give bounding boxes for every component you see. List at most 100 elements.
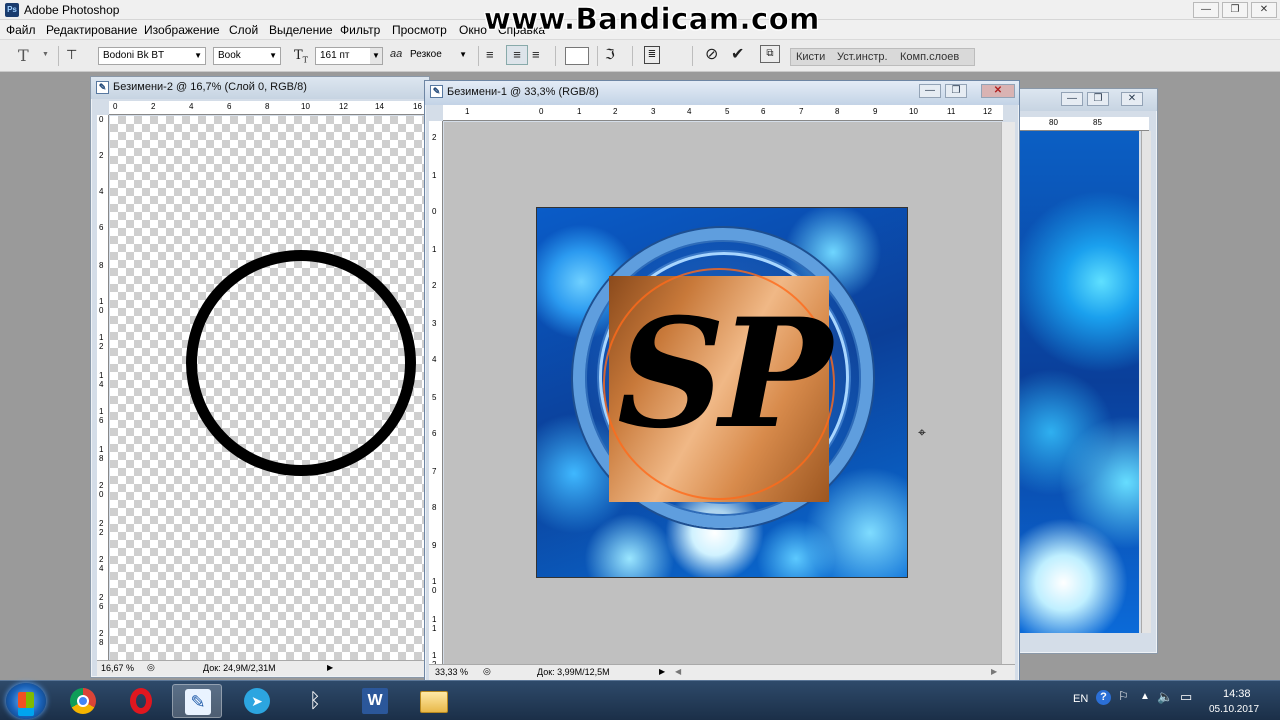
windows-logo-icon bbox=[18, 692, 34, 708]
taskbar-photoshop[interactable]: ✎ bbox=[172, 684, 222, 718]
taskbar-explorer[interactable] bbox=[408, 684, 458, 718]
doc1-title: Безимени-1 @ 33,3% (RGB/8) bbox=[447, 86, 599, 98]
doc1-maximize-button[interactable]: ❐ bbox=[945, 84, 967, 98]
document-window-2[interactable]: ✎ Безимени-2 @ 16,7% (Слой 0, RGB/8) 0 2… bbox=[90, 76, 431, 678]
taskbar-chrome[interactable] bbox=[58, 684, 108, 718]
ruler-label: 1 bbox=[432, 245, 437, 254]
clock-date[interactable]: 05.10.2017 bbox=[1209, 704, 1259, 715]
separator bbox=[597, 46, 598, 66]
doc1-canvas-image[interactable]: SP bbox=[536, 207, 908, 578]
doc1-close-button[interactable]: ✕ bbox=[981, 84, 1015, 98]
start-button[interactable] bbox=[6, 683, 46, 719]
doc2-canvas-transparent[interactable] bbox=[110, 116, 431, 661]
status-arrow-icon[interactable]: ▶ bbox=[327, 663, 333, 672]
network-icon[interactable]: ▭ bbox=[1180, 689, 1192, 705]
text-color-swatch[interactable] bbox=[565, 47, 589, 65]
menu-select[interactable]: Выделение bbox=[269, 23, 333, 37]
tool-preset-arrow-icon[interactable]: ▼ bbox=[42, 51, 49, 58]
font-size-select[interactable]: 161 пт ▼ bbox=[315, 47, 383, 65]
text-tool-icon[interactable]: T bbox=[18, 46, 29, 65]
document-window-1[interactable]: ✎ Безимени-1 @ 33,3% (RGB/8) — ❐ ✕ 1 0 1… bbox=[424, 80, 1020, 682]
options-bar: T ▼ ⊤ Bodoni Bk BT ▼ Book ▼ TT 161 пт ▼ aa … bbox=[0, 40, 1280, 72]
palette-tab-layer-comps[interactable]: Комп.слоев bbox=[900, 51, 959, 63]
ruler-label: 3 bbox=[432, 319, 437, 328]
app-close-button[interactable]: ✕ bbox=[1251, 2, 1277, 18]
menu-image[interactable]: Изображение bbox=[144, 23, 220, 37]
palette-tab-tool-presets[interactable]: Уст.инстр. bbox=[837, 51, 888, 63]
ruler-label: 9 bbox=[432, 541, 437, 550]
font-family-value: Bodoni Bk BT bbox=[103, 50, 165, 61]
menu-edit[interactable]: Редактирование bbox=[46, 23, 137, 37]
align-right-icon[interactable]: ≡ bbox=[532, 47, 540, 62]
chevron-down-icon: ▼ bbox=[194, 51, 202, 60]
bridge-icon[interactable]: ⧉ bbox=[760, 45, 780, 63]
app-minimize-button[interactable]: — bbox=[1193, 2, 1219, 18]
volume-icon[interactable]: 🔈 bbox=[1157, 689, 1173, 705]
font-style-value: Book bbox=[218, 50, 241, 61]
taskbar-bluetooth[interactable]: ᛒ bbox=[290, 684, 340, 718]
status-arrow-icon[interactable]: ▶ bbox=[659, 667, 665, 676]
document-window-3[interactable]: — ❐ ✕ 80 85 bbox=[1006, 88, 1158, 654]
menu-window[interactable]: Окно bbox=[459, 23, 487, 37]
taskbar-opera[interactable] bbox=[116, 684, 166, 718]
doc1-titlebar[interactable]: ✎ Безимени-1 @ 33,3% (RGB/8) — ❐ ✕ bbox=[425, 81, 1019, 105]
font-family-select[interactable]: Bodoni Bk BT ▼ bbox=[98, 47, 206, 65]
menu-layer[interactable]: Слой bbox=[229, 23, 258, 37]
horizontal-scroll-right-icon[interactable]: ▶ bbox=[991, 667, 997, 676]
ruler-label: 2 bbox=[613, 107, 618, 116]
character-palette-icon[interactable]: ≣ bbox=[644, 46, 660, 64]
menu-view[interactable]: Просмотр bbox=[392, 23, 447, 37]
ruler-label: 6 bbox=[227, 102, 232, 111]
flag-icon[interactable]: ⚐ bbox=[1118, 689, 1129, 703]
ruler-label: 8 bbox=[835, 107, 840, 116]
separator bbox=[632, 46, 633, 66]
antialias-select[interactable]: Резкое ▼ bbox=[406, 47, 470, 65]
text-orientation-icon[interactable]: ⊤ bbox=[66, 47, 77, 63]
doc2-left-ruler: 0 2 4 6 8 1 0 1 2 1 4 1 6 1 8 2 0 2 2 2 … bbox=[97, 115, 109, 661]
doc1-pasteboard[interactable]: SP ⌖ bbox=[444, 122, 1001, 665]
photoshop-app-icon: Ps bbox=[5, 3, 19, 17]
font-style-select[interactable]: Book ▼ bbox=[213, 47, 281, 65]
status-menu-icon[interactable]: ◎ bbox=[147, 662, 155, 673]
cancel-icon[interactable]: ⊘ bbox=[705, 44, 718, 64]
help-icon[interactable]: ? bbox=[1096, 690, 1111, 705]
horizontal-scroll-left-icon[interactable]: ◀ bbox=[675, 667, 681, 676]
warp-text-icon[interactable]: ℑ bbox=[605, 46, 615, 63]
separator bbox=[692, 46, 693, 66]
menu-filter[interactable]: Фильтр bbox=[340, 23, 380, 37]
doc2-zoom[interactable]: 16,67 % bbox=[101, 663, 134, 673]
language-indicator[interactable]: EN bbox=[1073, 693, 1088, 705]
doc3-maximize-button[interactable]: ❐ bbox=[1087, 92, 1109, 106]
doc1-minimize-button[interactable]: — bbox=[919, 84, 941, 98]
doc3-titlebar[interactable]: — ❐ ✕ bbox=[1007, 89, 1157, 111]
ruler-label: 2 bbox=[432, 133, 437, 142]
show-hidden-icons-icon[interactable]: ▲ bbox=[1140, 691, 1150, 702]
ruler-label: 10 bbox=[909, 107, 918, 116]
doc2-titlebar[interactable]: ✎ Безимени-2 @ 16,7% (Слой 0, RGB/8) bbox=[91, 77, 429, 99]
doc3-close-button[interactable]: ✕ bbox=[1121, 92, 1143, 106]
doc3-minimize-button[interactable]: — bbox=[1061, 92, 1083, 106]
sp-monogram-text: SP bbox=[617, 286, 832, 462]
commit-checkmark-icon[interactable]: ✔ bbox=[731, 44, 744, 64]
doc1-vertical-scrollbar[interactable] bbox=[1001, 122, 1015, 665]
align-left-icon[interactable]: ≡ bbox=[486, 47, 494, 62]
ruler-label: 4 bbox=[189, 102, 194, 111]
taskbar-telegram[interactable]: ➤ bbox=[232, 684, 282, 718]
align-center-icon[interactable]: ≡ bbox=[506, 45, 528, 65]
ruler-label: 1 0 bbox=[432, 577, 437, 595]
chrome-icon bbox=[70, 688, 96, 714]
ruler-label: 12 bbox=[983, 107, 992, 116]
ruler-label: 4 bbox=[687, 107, 692, 116]
palette-tab-brushes[interactable]: Кисти bbox=[796, 51, 825, 63]
status-menu-icon[interactable]: ◎ bbox=[483, 666, 491, 677]
doc1-top-ruler: 1 0 1 2 3 4 5 6 7 8 9 10 11 12 bbox=[443, 105, 1003, 121]
ruler-label: 1 8 bbox=[99, 445, 104, 463]
doc3-scrollbar[interactable] bbox=[1141, 131, 1151, 633]
app-maximize-button[interactable]: ❐ bbox=[1222, 2, 1248, 18]
clock-time[interactable]: 14:38 bbox=[1223, 688, 1251, 700]
doc2-statusbar: 16,67 % ◎ Док: 24,9M/2,31M ▶ bbox=[97, 660, 431, 676]
taskbar-word[interactable]: W bbox=[350, 684, 400, 718]
menu-file[interactable]: Файл bbox=[6, 23, 36, 37]
ruler-label: 1 bbox=[577, 107, 582, 116]
doc1-zoom[interactable]: 33,33 % bbox=[435, 667, 468, 677]
